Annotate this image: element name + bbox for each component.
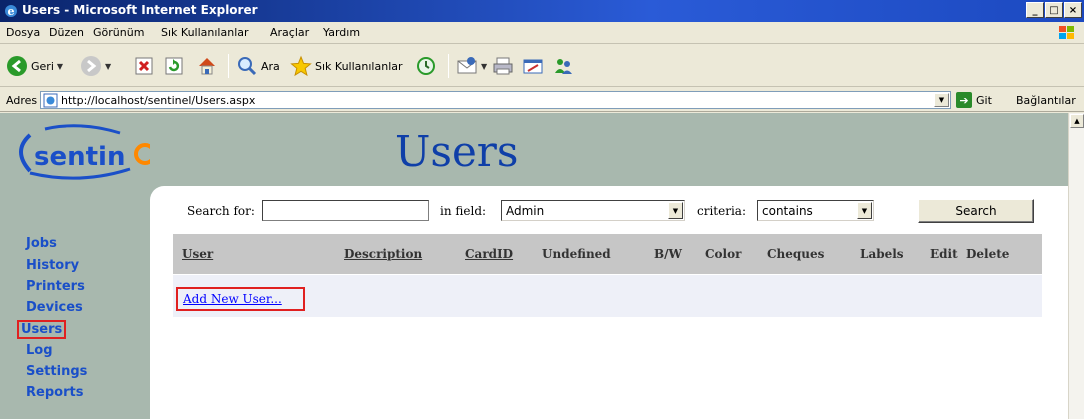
address-url: http://localhost/sentinel/Users.aspx [61,94,256,107]
menu-favorites[interactable]: Sık Kullanılanlar [161,26,249,39]
menu-bar: Dosya Düzen Görünüm Sık Kullanılanlar Ar… [0,22,1084,44]
column-edit: Edit [930,247,958,261]
page-title: Users [395,127,519,176]
search-button[interactable]: Ara [236,53,280,79]
column-description[interactable]: Description [344,247,422,261]
address-input[interactable]: http://localhost/sentinel/Users.aspx ▼ [40,91,951,109]
favorites-button[interactable]: Sık Kullanılanlar [290,53,403,79]
messenger-icon [555,59,572,74]
history-icon [417,57,435,75]
nav-users[interactable]: Users [17,320,67,339]
column-delete: Delete [966,247,1010,261]
maximize-button[interactable]: □ [1045,2,1063,18]
go-button[interactable]: ➔ Git [956,91,992,109]
forward-button[interactable]: ▼ [80,53,111,79]
window-title: Users - Microsoft Internet Explorer [22,3,258,17]
go-arrow-icon: ➔ [956,92,972,108]
nav-log[interactable]: Log [26,343,53,358]
home-icon [199,58,215,75]
menu-edit[interactable]: Düzen [49,26,84,39]
column-user[interactable]: User [182,247,213,261]
vertical-scrollbar[interactable]: ▲ [1068,113,1084,419]
edit-button[interactable] [522,53,544,79]
field-select[interactable]: Admin ▼ [501,200,685,221]
windows-flag-icon [1059,26,1074,39]
address-bar: Adres http://localhost/sentinel/Users.as… [0,88,1084,112]
address-dropdown-icon[interactable]: ▼ [934,93,949,107]
search-icon [238,57,257,76]
minimize-button[interactable]: _ [1026,2,1044,18]
column-color: Color [705,247,742,261]
nav-devices[interactable]: Devices [26,300,83,315]
mail-icon [457,57,477,74]
back-arrow-icon [7,56,27,76]
header-band [0,113,1068,186]
printer-icon [493,57,513,75]
page-content: sentin l Users Search for: in field: Adm… [0,113,1068,419]
toolbar: Geri ▼ ▼ Ara Sık Kullanılanlar ▼ [0,45,1084,87]
home-button[interactable] [196,53,218,79]
search-input[interactable] [262,200,429,221]
column-cardid[interactable]: CardID [465,247,513,261]
chevron-down-icon[interactable]: ▼ [668,202,683,219]
messenger-button[interactable] [552,53,574,79]
nav-reports[interactable]: Reports [26,385,83,400]
address-label: Adres [6,94,38,107]
sentinel-logo: sentin l [19,124,150,180]
grid-header: User Description CardID Undefined B/W Co… [173,234,1042,274]
field-label: in field: [440,204,487,218]
star-icon [290,55,312,77]
close-button[interactable]: × [1064,2,1082,18]
column-undefined: Undefined [542,247,611,261]
nav-history[interactable]: History [26,258,79,273]
column-bw: B/W [654,247,683,261]
dropdown-arrow-icon: ▼ [481,61,488,71]
nav-jobs[interactable]: Jobs [26,236,57,251]
title-bar[interactable]: e Users - Microsoft Internet Explorer _ … [0,0,1084,22]
search-label: Search for: [187,204,255,218]
criteria-select[interactable]: contains ▼ [757,200,874,221]
refresh-icon [165,57,183,75]
criteria-label: criteria: [697,204,746,218]
back-button[interactable]: Geri ▼ [6,53,63,79]
menu-tools[interactable]: Araçlar [270,26,309,39]
links-button[interactable]: Bağlantılar [1016,94,1076,107]
stop-icon [135,57,153,75]
scroll-up-icon[interactable]: ▲ [1070,114,1084,128]
history-button[interactable] [415,53,437,79]
menu-help[interactable]: Yardım [323,26,360,39]
stop-button[interactable] [133,53,155,79]
nav-settings[interactable]: Settings [26,364,87,379]
add-new-user-link[interactable]: Add New User... [176,287,305,311]
menu-file[interactable]: Dosya [6,26,40,39]
edit-page-icon [523,59,543,74]
svg-text:e: e [8,5,15,18]
refresh-button[interactable] [163,53,185,79]
page-icon [43,93,58,108]
svg-text:sentin: sentin [34,142,125,172]
forward-arrow-icon [81,56,101,76]
dropdown-arrow-icon: ▼ [56,61,64,71]
nav-printers[interactable]: Printers [26,279,85,294]
ie-logo-icon: e [5,5,17,18]
mail-button[interactable]: ▼ [456,53,487,79]
chevron-down-icon[interactable]: ▼ [857,202,872,219]
dropdown-arrow-icon: ▼ [105,61,112,71]
print-button[interactable] [492,53,514,79]
column-labels: Labels [860,247,904,261]
menu-view[interactable]: Görünüm [93,26,144,39]
column-cheques: Cheques [767,247,825,261]
search-button[interactable]: Search [918,199,1034,223]
